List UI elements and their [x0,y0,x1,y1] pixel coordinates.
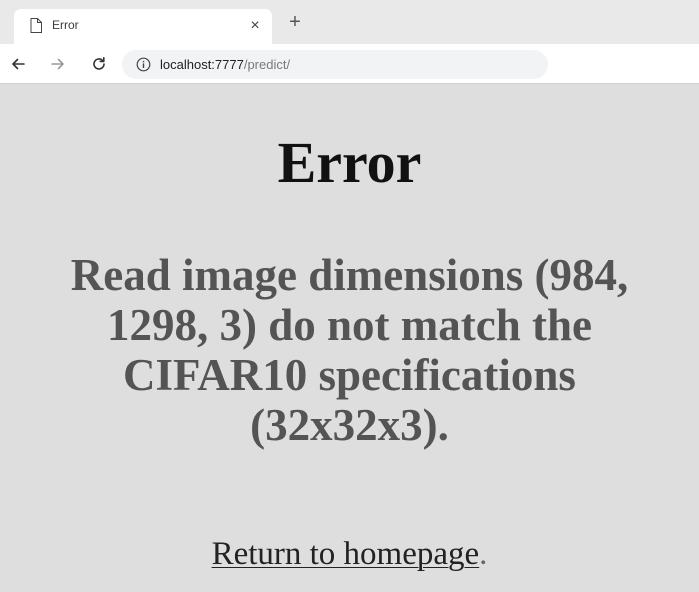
page-title: Error [277,130,422,195]
browser-toolbar: localhost:7777/predict/ [0,44,699,84]
reload-icon [93,57,105,70]
page-icon [30,18,42,33]
tab-title: Error [52,18,79,32]
return-to-homepage-link[interactable]: Return to homepage [212,536,480,572]
arrow-left-icon [12,58,25,70]
tab-strip: Error × + [0,0,699,44]
forward-button[interactable] [47,53,69,75]
tab-close-icon[interactable]: × [246,17,264,35]
url-path: /predict/ [243,57,291,72]
link-trailing-period: . [479,536,488,572]
browser-tab[interactable]: Error × [14,9,272,44]
back-button[interactable] [7,53,29,75]
new-tab-icon[interactable]: + [285,12,305,32]
return-link-container: Return to homepage. [0,534,699,574]
url-text[interactable]: localhost:7777/predict/ [160,57,290,72]
reload-button[interactable] [88,53,110,75]
info-icon[interactable] [136,57,151,72]
error-message: Read image dimensions (984, 1298, 3) do … [70,250,629,450]
address-bar[interactable]: localhost:7777/predict/ [122,50,548,79]
page-content: Error Read image dimensions (984, 1298, … [0,84,699,592]
url-host: localhost:7777 [160,57,244,72]
arrow-right-icon [51,58,64,70]
